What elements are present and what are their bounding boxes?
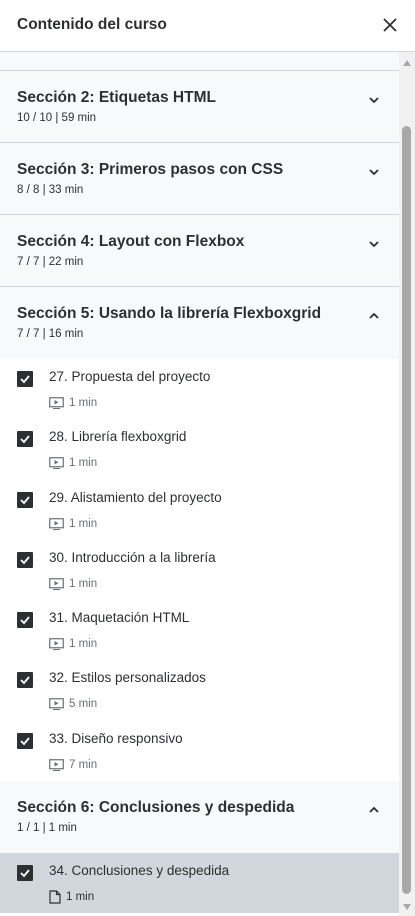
duration-text: 1 min: [69, 517, 98, 530]
sidebar-header: Contenido del curso: [0, 0, 415, 52]
chevron-up-icon: [369, 312, 379, 319]
video-icon: [49, 397, 64, 409]
lecture-duration: 1 min: [49, 396, 97, 410]
video-icon: [49, 578, 64, 590]
lecture-item[interactable]: 32. Estilos personalizados 5 min: [0, 660, 399, 720]
duration-text: 1 min: [69, 638, 98, 651]
section-5-items: 27. Propuesta del proyecto 1 min 28. Lib…: [0, 359, 399, 782]
video-icon: [49, 638, 64, 651]
section-title: Sección 3: Primeros pasos con CSS: [17, 161, 284, 178]
video-icon: [49, 698, 64, 711]
lecture-item[interactable]: 30. Introducción a la librería 1 min: [0, 540, 399, 600]
video-icon: [49, 758, 64, 771]
lecture-item[interactable]: 29. Alistamiento del proyecto 1 min: [0, 480, 399, 540]
lecture-duration: 1 min: [49, 890, 94, 904]
lecture-duration: 1 min: [49, 637, 97, 651]
lecture-duration: 5 min: [49, 697, 97, 711]
lecture-item[interactable]: 33. Diseño responsivo 7 min: [0, 721, 399, 781]
lecture-item[interactable]: 27. Propuesta del proyecto 1 min: [0, 359, 399, 419]
lecture-item[interactable]: 28. Librería flexboxgrid 1 min: [0, 419, 399, 479]
lecture-title: 34. Conclusiones y despedida: [49, 863, 230, 879]
completed-checkbox[interactable]: [17, 732, 33, 749]
chevron-down-icon: [369, 97, 379, 104]
chevron-down-icon: [369, 169, 379, 176]
duration-text: 5 min: [69, 698, 98, 711]
lecture-item-current[interactable]: 34. Conclusiones y despedida 1 min: [0, 853, 399, 914]
chevron-up-icon: [369, 806, 379, 813]
duration-text: 7 min: [69, 758, 98, 771]
section-5-header[interactable]: Sección 5: Usando la librería Flexboxgri…: [0, 287, 399, 359]
lecture-duration: 1 min: [49, 456, 97, 470]
section-progress: 7 / 7 | 22 min: [17, 256, 84, 268]
lecture-title: 27. Propuesta del proyecto: [49, 369, 211, 384]
section-title: Sección 2: Etiquetas HTML: [17, 89, 216, 106]
lecture-title: 28. Librería flexboxgrid: [49, 429, 187, 445]
section-4-header[interactable]: Sección 4: Layout con Flexbox 7 / 7 | 22…: [0, 215, 399, 287]
duration-text: 1 min: [66, 891, 95, 904]
section-title: Sección 6: Conclusiones y despedida: [17, 799, 295, 817]
lecture-title: 32. Estilos personalizados: [49, 670, 206, 686]
duration-text: 1 min: [69, 397, 98, 409]
completed-checkbox[interactable]: [17, 491, 33, 508]
section-progress: 7 / 7 | 16 min: [17, 328, 84, 340]
completed-checkbox[interactable]: [17, 612, 33, 629]
duration-text: 1 min: [69, 577, 98, 590]
article-icon: [49, 890, 61, 904]
lecture-title: 30. Introducción a la librería: [49, 549, 216, 565]
section-6-items: 34. Conclusiones y despedida 1 min: [0, 853, 399, 914]
completed-checkbox[interactable]: [17, 672, 33, 689]
section-progress: 8 / 8 | 33 min: [17, 184, 84, 196]
previous-section-edge: [0, 52, 399, 71]
lecture-duration: 1 min: [49, 577, 97, 591]
section-title: Sección 4: Layout con Flexbox: [17, 233, 245, 250]
completed-checkbox[interactable]: [17, 431, 33, 448]
scroll-down-arrow-icon[interactable]: [403, 904, 411, 910]
lecture-item[interactable]: 31. Maquetación HTML 1 min: [0, 600, 399, 660]
completed-checkbox[interactable]: [17, 865, 33, 882]
scroll-up-arrow-icon[interactable]: [403, 60, 411, 66]
completed-checkbox[interactable]: [17, 551, 33, 568]
duration-text: 1 min: [69, 457, 98, 470]
scrollbar[interactable]: [399, 52, 415, 916]
course-content-list[interactable]: Sección 2: Etiquetas HTML 10 / 10 | 59 m…: [0, 52, 399, 916]
lecture-duration: 1 min: [49, 517, 97, 531]
sidebar-title: Contenido del curso: [17, 16, 167, 33]
lecture-title: 29. Alistamiento del proyecto: [49, 489, 222, 505]
lecture-duration: 7 min: [49, 758, 97, 772]
scrollbar-thumb[interactable]: [402, 126, 411, 894]
lecture-title: 31. Maquetación HTML: [49, 610, 190, 626]
video-icon: [49, 517, 64, 530]
completed-checkbox[interactable]: [17, 371, 33, 387]
section-progress: 10 / 10 | 59 min: [17, 112, 97, 124]
lecture-title: 33. Diseño responsivo: [49, 730, 183, 746]
section-2-header[interactable]: Sección 2: Etiquetas HTML 10 / 10 | 59 m…: [0, 71, 399, 143]
video-icon: [49, 457, 64, 470]
section-6-header[interactable]: Sección 6: Conclusiones y despedida 1 / …: [0, 781, 399, 854]
section-title: Sección 5: Usando la librería Flexboxgri…: [17, 305, 322, 322]
chevron-down-icon: [369, 241, 379, 248]
section-3-header[interactable]: Sección 3: Primeros pasos con CSS 8 / 8 …: [0, 143, 399, 215]
section-progress: 1 / 1 | 1 min: [17, 822, 77, 835]
close-icon[interactable]: [379, 14, 401, 36]
